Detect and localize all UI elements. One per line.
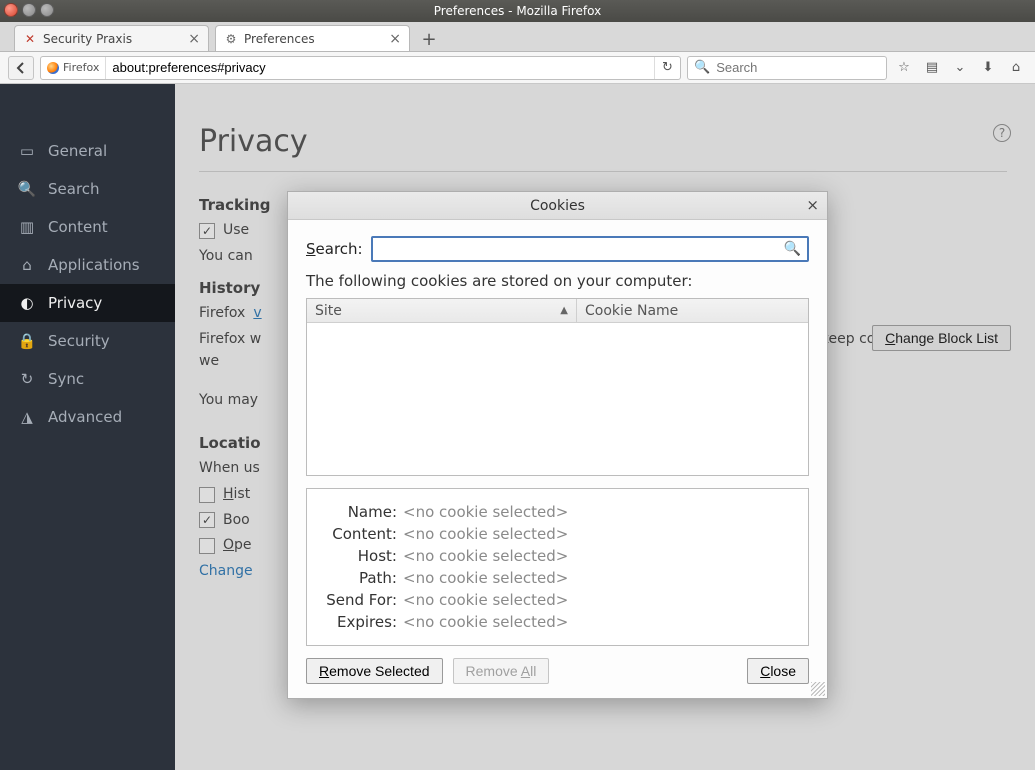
sidebar-item-label: Advanced bbox=[48, 408, 122, 426]
detail-sendfor-label: Send For: bbox=[319, 591, 397, 609]
rocket-icon: ⌂ bbox=[18, 256, 36, 274]
sidebar-item-applications[interactable]: ⌂ Applications bbox=[0, 246, 175, 284]
search-icon: 🔍 bbox=[784, 241, 801, 257]
dialog-title: Cookies bbox=[530, 198, 585, 214]
detail-expires-label: Expires: bbox=[319, 613, 397, 631]
close-button[interactable]: Close bbox=[747, 658, 809, 684]
window-titlebar: Preferences - Mozilla Firefox bbox=[0, 0, 1035, 22]
favicon-security-praxis: ✕ bbox=[23, 32, 37, 46]
lock-icon: 🔒 bbox=[18, 332, 36, 350]
detail-content-value: <no cookie selected> bbox=[403, 525, 568, 543]
col-cookie-name[interactable]: Cookie Name bbox=[577, 299, 808, 322]
tab-label: Security Praxis bbox=[43, 32, 132, 46]
resize-grip[interactable] bbox=[811, 682, 825, 696]
sidebar-item-advanced[interactable]: ◮ Advanced bbox=[0, 398, 175, 436]
remove-selected-button[interactable]: Remove Selected bbox=[306, 658, 443, 684]
new-tab-button[interactable]: + bbox=[416, 27, 442, 51]
sidebar-item-search[interactable]: 🔍 Search bbox=[0, 170, 175, 208]
detail-name-label: Name: bbox=[319, 503, 397, 521]
search-bar[interactable]: 🔍 bbox=[687, 56, 887, 80]
sidebar-item-label: Privacy bbox=[48, 294, 102, 312]
detail-expires-value: <no cookie selected> bbox=[403, 613, 568, 631]
home-icon[interactable]: ⌂ bbox=[1005, 57, 1027, 79]
sort-asc-icon: ▲ bbox=[560, 305, 568, 316]
bookmark-star-icon[interactable]: ☆ bbox=[893, 57, 915, 79]
back-button[interactable] bbox=[8, 56, 34, 80]
nav-toolbar: Firefox ↻ 🔍 ☆ ▤ ⌄ ⬇ ⌂ bbox=[0, 52, 1035, 84]
detail-host-value: <no cookie selected> bbox=[403, 547, 568, 565]
hat-icon: ◮ bbox=[18, 408, 36, 426]
url-bar[interactable]: Firefox ↻ bbox=[40, 56, 681, 80]
sidebar-item-label: Content bbox=[48, 218, 108, 236]
gear-icon: ⚙ bbox=[224, 32, 238, 46]
firefox-icon bbox=[47, 62, 59, 74]
cookie-list[interactable]: Site▲ Cookie Name bbox=[306, 298, 809, 476]
identity-label: Firefox bbox=[63, 61, 99, 74]
window-title: Preferences - Mozilla Firefox bbox=[434, 4, 601, 18]
library-icon[interactable]: ▤ bbox=[921, 57, 943, 79]
sidebar-item-content[interactable]: ▥ Content bbox=[0, 208, 175, 246]
screen-icon: ▭ bbox=[18, 142, 36, 160]
detail-host-label: Host: bbox=[319, 547, 397, 565]
detail-path-label: Path: bbox=[319, 569, 397, 587]
sidebar-item-label: Search bbox=[48, 180, 100, 198]
sidebar-item-label: Sync bbox=[48, 370, 84, 388]
tab-close-icon[interactable]: × bbox=[188, 32, 200, 46]
identity-box[interactable]: Firefox bbox=[41, 57, 106, 79]
tab-label: Preferences bbox=[244, 32, 315, 46]
sidebar-item-general[interactable]: ▭ General bbox=[0, 132, 175, 170]
document-icon: ▥ bbox=[18, 218, 36, 236]
preferences-sidebar: ▭General 🔍Search ▥Content ⌂Applications … bbox=[0, 84, 175, 770]
detail-content-label: Content: bbox=[319, 525, 397, 543]
tab-close-icon[interactable]: × bbox=[389, 32, 401, 46]
pocket-icon[interactable]: ⌄ bbox=[949, 57, 971, 79]
detail-sendfor-value: <no cookie selected> bbox=[403, 591, 568, 609]
sidebar-item-privacy[interactable]: ◐ Privacy bbox=[0, 284, 175, 322]
sidebar-item-label: Applications bbox=[48, 256, 140, 274]
remove-all-button[interactable]: Remove All bbox=[453, 658, 550, 684]
col-site[interactable]: Site▲ bbox=[307, 299, 577, 322]
detail-path-value: <no cookie selected> bbox=[403, 569, 568, 587]
cookie-search-label: Search: bbox=[306, 240, 363, 258]
dialog-close-icon[interactable]: × bbox=[806, 196, 819, 214]
window-maximize-button[interactable] bbox=[40, 3, 54, 17]
tab-preferences[interactable]: ⚙ Preferences × bbox=[215, 25, 410, 51]
reload-button[interactable]: ↻ bbox=[654, 57, 680, 79]
tab-strip: ✕ Security Praxis × ⚙ Preferences × + bbox=[0, 22, 1035, 52]
search-icon: 🔍 bbox=[694, 60, 710, 75]
dialog-titlebar: Cookies × bbox=[288, 192, 827, 220]
sidebar-item-label: Security bbox=[48, 332, 110, 350]
sync-icon: ↻ bbox=[18, 370, 36, 388]
cookie-description: The following cookies are stored on your… bbox=[306, 272, 809, 290]
window-close-button[interactable] bbox=[4, 3, 18, 17]
cookie-search-box[interactable]: 🔍 bbox=[371, 236, 809, 262]
downloads-icon[interactable]: ⬇ bbox=[977, 57, 999, 79]
sidebar-item-sync[interactable]: ↻ Sync bbox=[0, 360, 175, 398]
cookies-dialog: Cookies × Search: 🔍 The following cookie… bbox=[287, 191, 828, 699]
detail-name-value: <no cookie selected> bbox=[403, 503, 568, 521]
cookie-detail-panel: Name: <no cookie selected> Content: <no co… bbox=[306, 488, 809, 646]
cookie-search-input[interactable] bbox=[379, 242, 784, 257]
search-input[interactable] bbox=[716, 60, 892, 75]
cookie-list-header: Site▲ Cookie Name bbox=[307, 299, 808, 323]
sidebar-item-security[interactable]: 🔒 Security bbox=[0, 322, 175, 360]
sidebar-item-label: General bbox=[48, 142, 107, 160]
tab-security-praxis[interactable]: ✕ Security Praxis × bbox=[14, 25, 209, 51]
mask-icon: ◐ bbox=[18, 294, 36, 312]
magnifier-icon: 🔍 bbox=[18, 180, 36, 198]
url-input[interactable] bbox=[106, 60, 654, 75]
window-minimize-button[interactable] bbox=[22, 3, 36, 17]
